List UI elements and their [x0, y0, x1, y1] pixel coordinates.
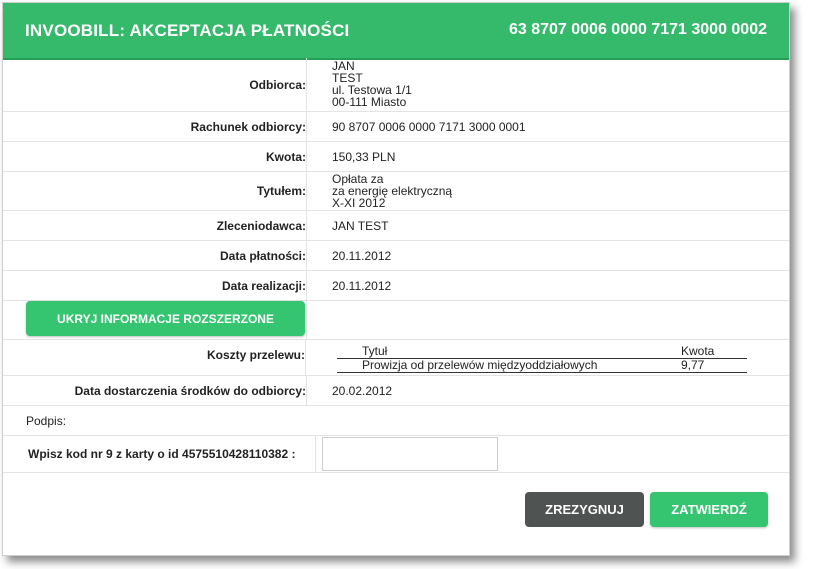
payment-title-value: Opłata za za energię elektryczną X-XI 20… — [332, 172, 789, 210]
transfer-costs-label: Koszty przelewu: — [3, 340, 306, 375]
cancel-button[interactable]: ZREZYGNUJ — [525, 492, 644, 527]
realization-date-row: Data realizacji: 20.11.2012 — [3, 271, 789, 301]
recipient-account-value: 90 8707 0006 0000 7171 3000 0001 — [332, 119, 526, 134]
orderer-row: Zleceniodawca: JAN TEST — [3, 211, 789, 241]
recipient-row: Odbiorca: JAN TEST ul. Testowa 1/1 00-11… — [3, 58, 789, 112]
realization-date-label: Data realizacji: — [3, 271, 307, 300]
orderer-value: JAN TEST — [332, 218, 389, 233]
dialog-header: INVOOBILL: AKCEPTACJA PŁATNOŚCI 63 8707 … — [3, 3, 789, 60]
payment-date-row: Data płatności: 20.11.2012 — [3, 241, 789, 271]
dialog-title: INVOOBILL: AKCEPTACJA PŁATNOŚCI — [25, 21, 350, 40]
orderer-label: Zleceniodawca: — [3, 211, 307, 240]
costs-row-divider — [337, 372, 747, 373]
signature-row: Podpis: — [3, 406, 789, 436]
hide-extended-info-button[interactable]: UKRYJ INFORMACJE ROZSZERZONE — [26, 301, 305, 336]
confirm-button[interactable]: ZATWIERDŹ — [650, 492, 768, 527]
signature-label: Podpis: — [26, 414, 67, 428]
payment-date-value: 20.11.2012 — [332, 248, 392, 263]
payment-title-row: Tytułem: Opłata za za energię elektryczn… — [3, 172, 789, 211]
payment-title-line: za energię elektryczną — [332, 184, 453, 198]
costs-cell-title: Prowizja od przelewów międzyoddziałowych — [362, 358, 598, 372]
delivery-date-value: 20.02.2012 — [332, 383, 393, 398]
amount-value: 150,33 PLN — [332, 149, 396, 164]
recipient-account-row: Rachunek odbiorcy: 90 8707 0006 0000 717… — [3, 112, 789, 142]
amount-row: Kwota: 150,33 PLN — [3, 142, 789, 172]
delivery-date-row: Data dostarczenia środków do odbiorcy: 2… — [3, 376, 789, 406]
costs-cell-amount: 9,77 — [681, 358, 705, 372]
payment-date-label: Data płatności: — [3, 241, 307, 270]
table-row: Prowizja od przelewów międzyoddziałowych… — [337, 358, 747, 372]
payment-title-line: X-XI 2012 — [332, 196, 386, 210]
code-divider — [315, 436, 316, 472]
recipient-label: Odbiorca: — [3, 58, 307, 111]
recipient-line: JAN — [332, 59, 355, 73]
costs-header-amount: Kwota — [681, 344, 715, 358]
amount-label: Kwota: — [3, 142, 307, 171]
recipient-line: 00-111 Miasto — [332, 95, 407, 109]
header-account-number: 63 8707 0006 0000 7171 3000 0002 — [508, 21, 767, 38]
costs-header-divider — [337, 358, 747, 359]
delivery-date-label: Data dostarczenia środków do odbiorcy: — [3, 376, 307, 405]
transfer-costs-table: Tytuł Kwota Prowizja od przelewów między… — [337, 344, 747, 373]
realization-date-value: 20.11.2012 — [332, 278, 392, 293]
costs-header-title: Tytuł — [362, 344, 388, 358]
recipient-account-label: Rachunek odbiorcy: — [3, 112, 307, 141]
payment-title-label: Tytułem: — [3, 172, 307, 210]
recipient-value: JAN TEST ul. Testowa 1/1 00-111 Miasto — [332, 60, 789, 111]
payment-acceptance-dialog: INVOOBILL: AKCEPTACJA PŁATNOŚCI 63 8707 … — [2, 2, 790, 556]
authorization-code-input[interactable] — [322, 437, 498, 471]
costs-table-header: Tytuł Kwota — [337, 344, 747, 358]
code-label: Wpisz kod nr 9 z karty o id 457551042811… — [28, 447, 296, 461]
